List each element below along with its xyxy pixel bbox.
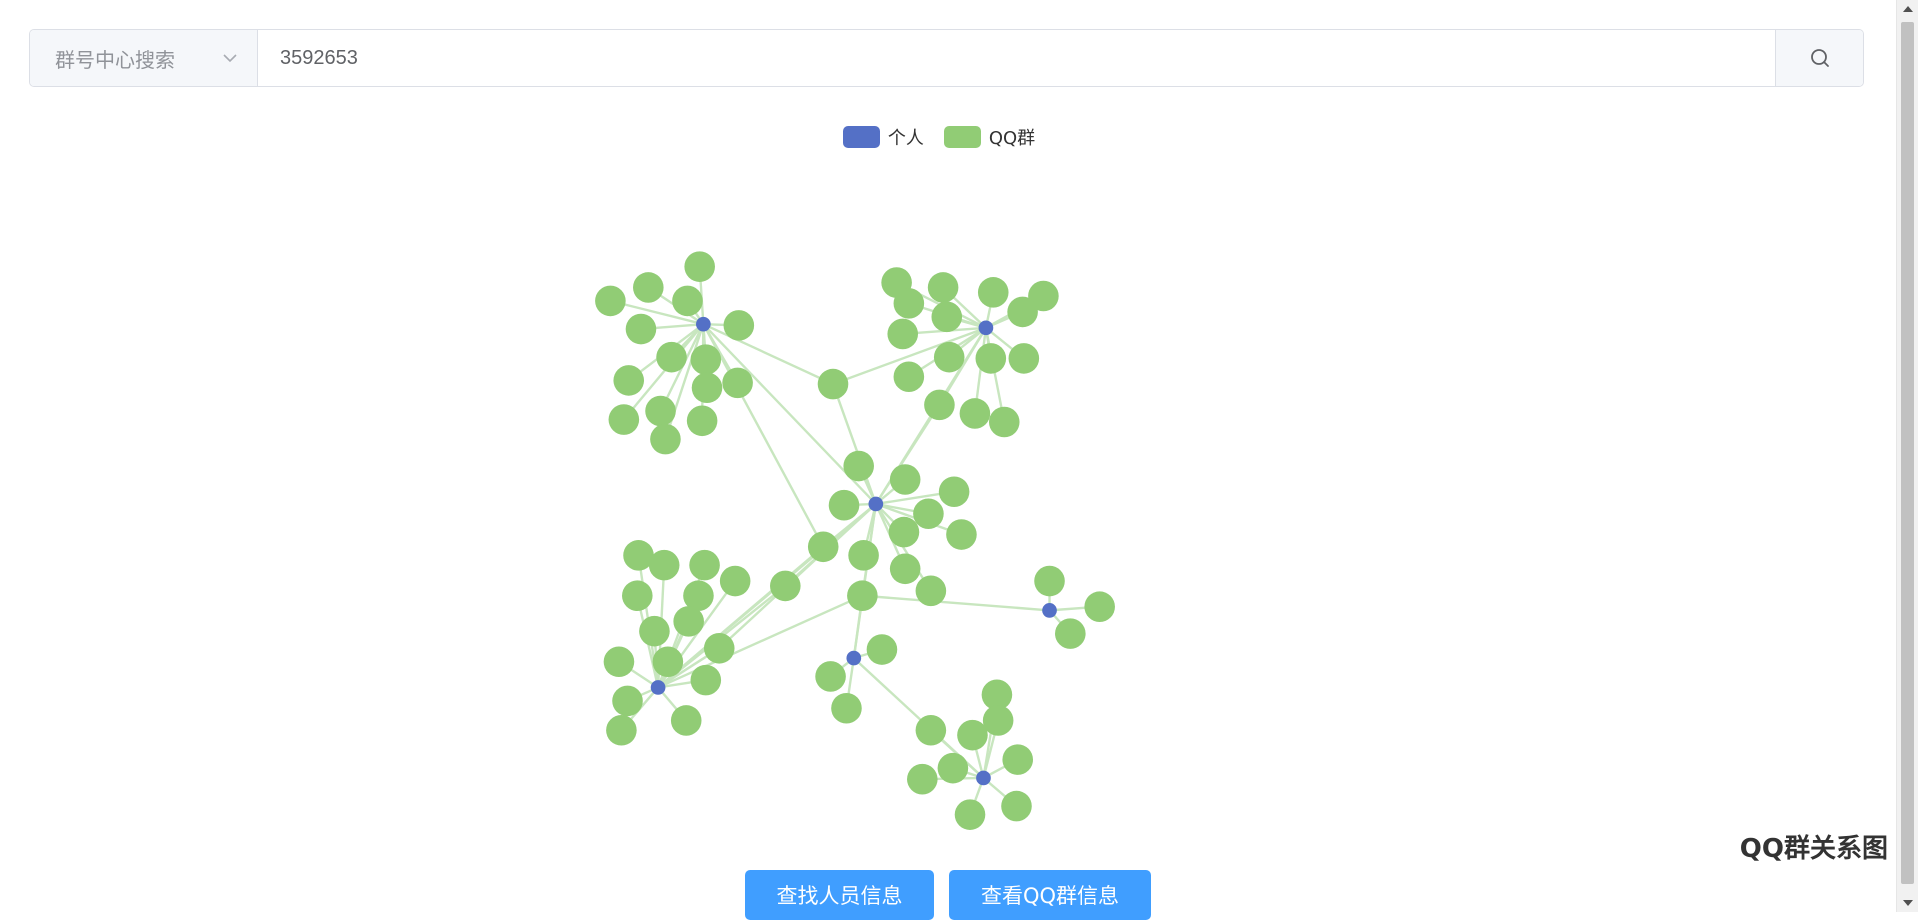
group-node[interactable] bbox=[1084, 591, 1115, 623]
graph-edge bbox=[862, 594, 1050, 612]
group-node[interactable] bbox=[603, 646, 635, 678]
group-node[interactable] bbox=[608, 404, 640, 435]
group-node[interactable] bbox=[656, 341, 687, 373]
group-node[interactable] bbox=[931, 301, 963, 333]
person-node[interactable] bbox=[1042, 603, 1057, 618]
group-node[interactable] bbox=[633, 272, 664, 303]
group-node[interactable] bbox=[670, 705, 702, 736]
scrollbar-thumb[interactable] bbox=[1901, 22, 1914, 884]
find-person-button[interactable]: 查找人员信息 bbox=[745, 870, 934, 920]
group-node[interactable] bbox=[907, 763, 938, 795]
group-node[interactable] bbox=[673, 606, 704, 637]
group-node[interactable] bbox=[977, 277, 1009, 308]
group-node[interactable] bbox=[913, 498, 944, 530]
person-node[interactable] bbox=[978, 320, 994, 336]
view-group-button[interactable]: 查看QQ群信息 bbox=[949, 870, 1151, 920]
group-node[interactable] bbox=[982, 705, 1014, 736]
group-node[interactable] bbox=[848, 540, 879, 571]
person-node[interactable] bbox=[976, 770, 991, 786]
group-node[interactable] bbox=[1034, 565, 1065, 597]
group-node[interactable] bbox=[843, 450, 874, 482]
scroll-down-icon[interactable] bbox=[1903, 900, 1913, 906]
group-node[interactable] bbox=[1001, 790, 1032, 822]
group-node[interactable] bbox=[817, 368, 849, 400]
group-node[interactable] bbox=[887, 318, 919, 350]
group-node[interactable] bbox=[959, 398, 991, 429]
group-node[interactable] bbox=[933, 341, 965, 373]
group-node[interactable] bbox=[672, 285, 703, 317]
group-node[interactable] bbox=[924, 389, 955, 421]
group-node[interactable] bbox=[723, 310, 755, 341]
group-node[interactable] bbox=[847, 580, 878, 611]
group-node[interactable] bbox=[652, 646, 684, 678]
group-node[interactable] bbox=[1007, 296, 1038, 328]
group-node[interactable] bbox=[957, 719, 988, 751]
group-node[interactable] bbox=[770, 570, 801, 602]
group-node[interactable] bbox=[915, 714, 947, 746]
group-node[interactable] bbox=[893, 361, 925, 393]
group-node[interactable] bbox=[690, 344, 722, 375]
group-node[interactable] bbox=[988, 406, 1020, 438]
group-node[interactable] bbox=[938, 476, 970, 508]
group-node[interactable] bbox=[722, 367, 753, 399]
group-node[interactable] bbox=[927, 272, 959, 303]
graph-edge bbox=[702, 323, 825, 548]
group-node[interactable] bbox=[889, 464, 921, 495]
group-node[interactable] bbox=[1008, 343, 1040, 374]
group-node[interactable] bbox=[828, 489, 860, 521]
group-node[interactable] bbox=[915, 575, 947, 607]
group-node[interactable] bbox=[613, 365, 645, 396]
group-node[interactable] bbox=[622, 580, 653, 611]
group-node[interactable] bbox=[807, 531, 839, 563]
group-node[interactable] bbox=[866, 634, 898, 665]
graph-edge bbox=[702, 323, 834, 386]
group-node[interactable] bbox=[893, 288, 925, 319]
group-node[interactable] bbox=[684, 251, 715, 282]
group-node[interactable] bbox=[686, 405, 718, 437]
chart-title: QQ群关系图 bbox=[1739, 834, 1888, 864]
group-node[interactable] bbox=[889, 553, 921, 585]
group-node[interactable] bbox=[648, 549, 680, 581]
scroll-up-icon[interactable] bbox=[1903, 6, 1913, 12]
group-node[interactable] bbox=[888, 516, 920, 548]
group-node[interactable] bbox=[689, 549, 720, 581]
group-node[interactable] bbox=[650, 423, 681, 455]
group-node[interactable] bbox=[1002, 744, 1034, 775]
group-node[interactable] bbox=[946, 519, 977, 550]
group-node[interactable] bbox=[690, 664, 722, 696]
group-node[interactable] bbox=[831, 692, 862, 724]
group-node[interactable] bbox=[1055, 618, 1086, 649]
graph-edge bbox=[831, 383, 877, 505]
person-node[interactable] bbox=[650, 680, 666, 695]
group-node[interactable] bbox=[815, 661, 846, 692]
vertical-scrollbar[interactable] bbox=[1896, 0, 1918, 912]
person-node[interactable] bbox=[868, 496, 884, 512]
group-node[interactable] bbox=[719, 565, 751, 597]
group-node[interactable] bbox=[937, 752, 969, 784]
group-node[interactable] bbox=[703, 633, 735, 664]
group-node[interactable] bbox=[606, 714, 637, 746]
group-node[interactable] bbox=[645, 395, 676, 427]
group-node[interactable] bbox=[625, 313, 657, 345]
relationship-graph bbox=[595, 251, 1115, 830]
group-node[interactable] bbox=[975, 343, 1007, 374]
group-node[interactable] bbox=[595, 285, 626, 317]
group-node[interactable] bbox=[639, 615, 670, 647]
group-node[interactable] bbox=[691, 372, 723, 404]
group-node[interactable] bbox=[612, 685, 643, 717]
group-node[interactable] bbox=[954, 799, 986, 830]
person-node[interactable] bbox=[846, 650, 862, 666]
person-node[interactable] bbox=[696, 316, 711, 332]
